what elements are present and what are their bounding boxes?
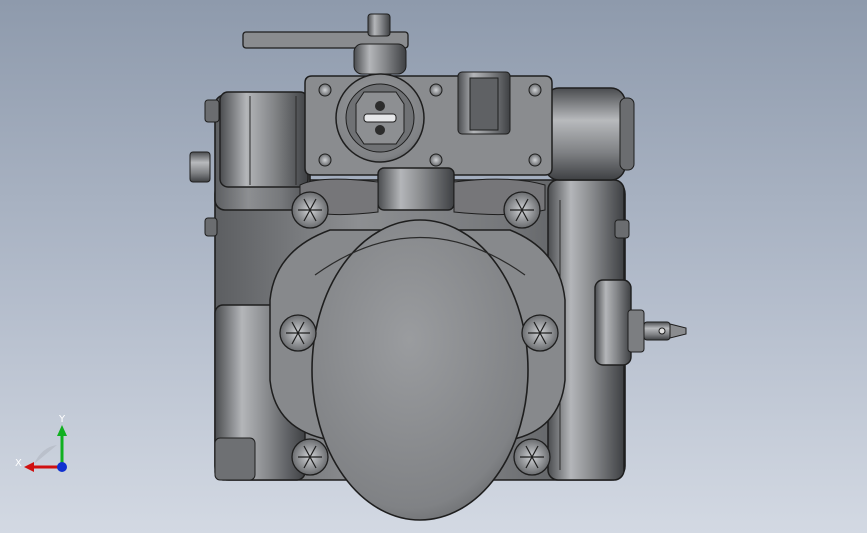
rotary-valve[interactable] xyxy=(335,73,425,163)
y-axis-label: Y xyxy=(59,414,66,425)
side-fitting[interactable] xyxy=(594,279,687,366)
triad-axes xyxy=(24,425,67,472)
left-upper-housing[interactable] xyxy=(219,91,309,188)
pump-model[interactable] xyxy=(0,0,867,533)
bolt-top-left[interactable] xyxy=(291,191,329,229)
x-axis-label: X xyxy=(15,458,22,469)
oval-end-cover[interactable] xyxy=(311,219,529,521)
bolt-mid-right[interactable] xyxy=(521,314,559,352)
bolt-top-right[interactable] xyxy=(503,191,541,229)
bolt-bottom-right[interactable] xyxy=(513,438,551,476)
bolt-bottom-left[interactable] xyxy=(291,438,329,476)
z-axis xyxy=(57,462,67,472)
upper-right-cylinder[interactable] xyxy=(544,87,635,181)
orientation-triad: Y X xyxy=(12,412,82,482)
3d-viewport[interactable]: Y X xyxy=(0,0,867,533)
bolt-mid-left[interactable] xyxy=(279,314,317,352)
valve-lever[interactable] xyxy=(242,13,409,75)
